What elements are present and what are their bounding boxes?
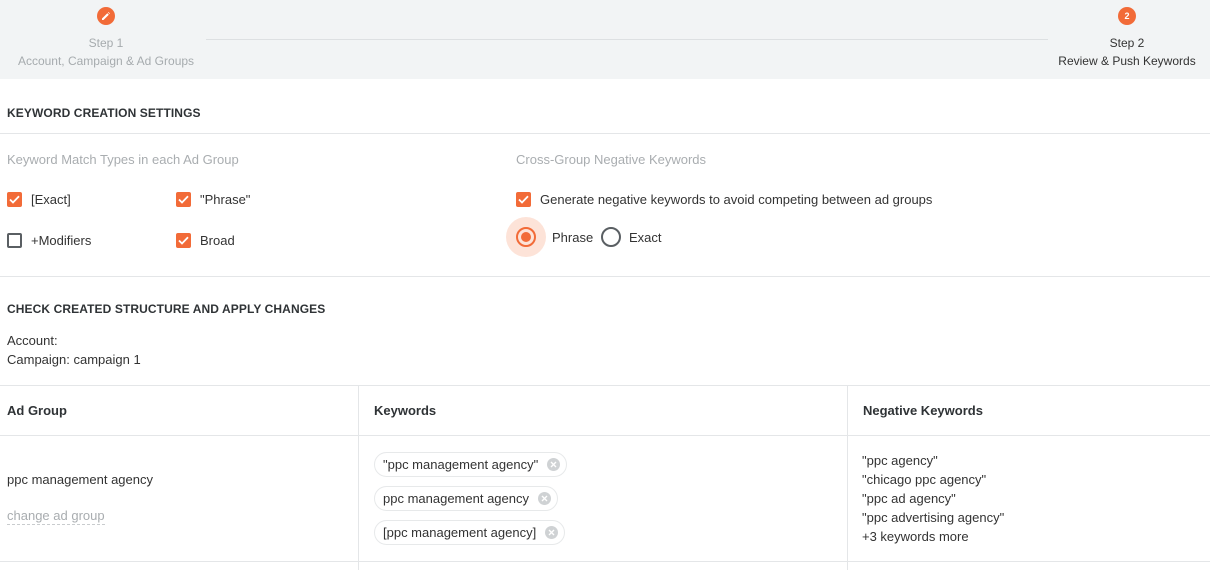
checkbox-unchecked-icon <box>7 233 22 248</box>
radio-selected-icon <box>506 217 546 257</box>
step-2-number: 2 <box>1118 7 1136 25</box>
checkbox-exact[interactable]: [Exact] <box>7 192 71 207</box>
stepper: Step 1 Account, Campaign & Ad Groups 2 S… <box>0 0 1210 79</box>
negative-keyword: "ppc ad agency" <box>862 491 956 506</box>
settings-title: KEYWORD CREATION SETTINGS <box>7 106 201 120</box>
header-ad-group: Ad Group <box>7 403 67 418</box>
keyword-chip-label: [ppc management agency] <box>383 525 537 540</box>
keyword-chip-label: "ppc management agency" <box>383 457 539 472</box>
account-label: Account: <box>7 333 58 348</box>
remove-icon[interactable] <box>545 526 559 539</box>
more-keywords-link[interactable]: +3 keywords more <box>862 527 1004 546</box>
radio-phrase-label: Phrase <box>552 229 594 245</box>
ad-group-name: ppc management agency <box>7 472 153 487</box>
checkbox-modifiers-label: +Modifiers <box>31 233 92 248</box>
checkbox-generate-negatives[interactable]: Generate negative keywords to avoid comp… <box>516 192 932 207</box>
pencil-icon <box>97 7 115 25</box>
radio-unselected-icon <box>601 227 621 247</box>
checkbox-exact-label: [Exact] <box>31 192 71 207</box>
checkbox-checked-icon <box>7 192 22 207</box>
structure-title: CHECK CREATED STRUCTURE AND APPLY CHANGE… <box>7 302 326 316</box>
radio-exact-label: Exact <box>629 229 662 245</box>
step-1[interactable]: Step 1 Account, Campaign & Ad Groups <box>8 7 204 70</box>
header-negative-keywords: Negative Keywords <box>863 403 983 418</box>
header-keywords: Keywords <box>374 403 437 418</box>
step-2: 2 Step 2 Review & Push Keywords <box>1050 7 1204 70</box>
checkbox-checked-icon <box>176 233 191 248</box>
stepper-connector <box>206 39 1048 40</box>
step-2-label: Step 2 <box>1109 36 1145 50</box>
campaign-label: Campaign: campaign 1 <box>7 352 141 367</box>
keyword-chip: ppc management agency <box>374 486 558 511</box>
checkbox-checked-icon <box>176 192 191 207</box>
table-header: Ad Group Keywords Negative Keywords <box>0 385 1210 436</box>
change-ad-group-link[interactable]: change ad group <box>7 508 105 525</box>
checkbox-phrase[interactable]: "Phrase" <box>176 192 250 207</box>
divider <box>0 561 1210 562</box>
keyword-chip: "ppc management agency" <box>374 452 568 477</box>
account-line: Account: Campaign: campaign 1 <box>7 331 141 369</box>
step-1-label: Step 1 <box>88 36 124 50</box>
negatives-label: Cross-Group Negative Keywords <box>516 152 707 167</box>
step-2-title: Review & Push Keywords <box>1058 54 1196 68</box>
column-divider <box>847 385 848 570</box>
remove-icon[interactable] <box>537 492 551 505</box>
divider <box>0 276 1210 277</box>
checkbox-phrase-label: "Phrase" <box>200 192 251 207</box>
negative-keyword: "ppc agency" <box>862 453 938 468</box>
checkbox-checked-icon <box>516 192 531 207</box>
checkbox-broad-label: Broad <box>200 233 235 248</box>
remove-icon[interactable] <box>547 458 561 471</box>
keyword-chip: [ppc management agency] <box>374 520 566 545</box>
negative-keyword: "chicago ppc agency" <box>862 472 987 487</box>
checkbox-modifiers[interactable]: +Modifiers <box>7 233 91 248</box>
radio-exact[interactable]: Exact <box>601 227 662 247</box>
match-types-label: Keyword Match Types in each Ad Group <box>7 152 239 167</box>
keyword-chip-label: ppc management agency <box>383 491 529 506</box>
checkbox-generate-negatives-label: Generate negative keywords to avoid comp… <box>540 192 933 207</box>
step-1-title: Account, Campaign & Ad Groups <box>17 54 195 68</box>
radio-phrase[interactable]: Phrase <box>506 217 594 257</box>
negative-keywords-list: "ppc agency" "chicago ppc agency" "ppc a… <box>862 451 1004 546</box>
checkbox-broad[interactable]: Broad <box>176 233 235 248</box>
negative-keyword: "ppc advertising agency" <box>862 510 1005 525</box>
divider <box>0 133 1210 134</box>
column-divider <box>358 385 359 570</box>
